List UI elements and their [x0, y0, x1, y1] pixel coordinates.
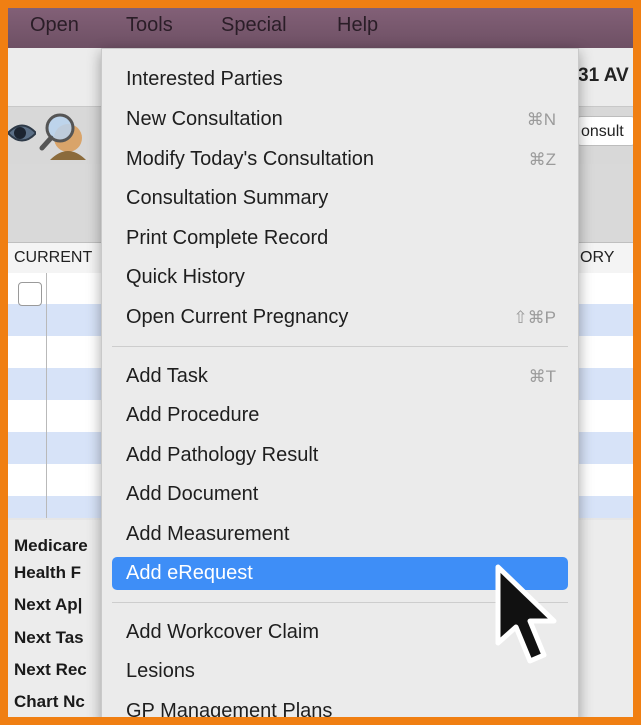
menu-item-consultation-summary[interactable]: Consultation Summary [112, 182, 568, 215]
menu-item-label: Quick History [126, 266, 245, 288]
row-checkbox[interactable] [18, 282, 42, 306]
menu-item-gp-management-plans[interactable]: GP Management Plans [112, 695, 568, 717]
menu-item-label: Add Measurement [126, 523, 290, 545]
menu-item-label: Consultation Summary [126, 187, 329, 209]
column-header-history[interactable]: ORY [580, 249, 614, 267]
menu-item-shortcut: ⇧⌘P [513, 308, 556, 327]
menu-item-label: New Consultation [126, 108, 283, 130]
menu-item-label: Add Workcover Claim [126, 621, 320, 643]
menu-item-add-document[interactable]: Add Document [112, 478, 568, 511]
menu-item-interested-parties[interactable]: Interested Parties [112, 63, 568, 96]
health-fund-label: Health F [14, 563, 82, 582]
menubar: Open Tools Special Help [8, 8, 633, 48]
menu-tools[interactable]: Tools [126, 14, 173, 37]
menu-item-label: Lesions [126, 660, 195, 682]
menu-item-print-complete-record[interactable]: Print Complete Record [112, 222, 568, 255]
mouse-pointer-icon [492, 563, 562, 673]
consultation-field[interactable]: onsult [576, 116, 633, 146]
chart-note-label: Chart Nc [14, 692, 85, 711]
menu-item-shortcut: ⌘N [526, 110, 556, 129]
menu-item-add-task[interactable]: Add Task ⌘T [112, 360, 568, 393]
menu-item-label: Add Pathology Result [126, 444, 319, 466]
patient-address-text: 31 AV [578, 65, 629, 86]
menu-item-add-procedure[interactable]: Add Procedure [112, 399, 568, 432]
menu-item-label: Interested Parties [126, 68, 283, 90]
menu-item-add-pathology-result[interactable]: Add Pathology Result [112, 439, 568, 472]
menu-item-label: Add eRequest [126, 562, 253, 584]
next-recall-label: Next Rec [14, 660, 87, 679]
menu-item-new-consultation[interactable]: New Consultation ⌘N [112, 103, 568, 136]
column-header-current[interactable]: CURRENT [14, 249, 92, 267]
menu-item-label: GP Management Plans [126, 700, 333, 717]
menu-help[interactable]: Help [337, 14, 378, 37]
next-task-label: Next Tas [14, 628, 84, 647]
eye-icon[interactable] [8, 116, 38, 155]
column-divider [46, 273, 47, 518]
menu-item-label: Print Complete Record [126, 227, 329, 249]
search-person-icon[interactable] [38, 108, 94, 165]
app-frame: Open Tools Special Help 31 AV onsult CUR… [8, 8, 633, 717]
menu-open[interactable]: Open [30, 14, 79, 37]
menu-item-add-measurement[interactable]: Add Measurement [112, 518, 568, 551]
next-appointment-label: Next Ap| [14, 595, 83, 614]
menu-item-modify-consultation[interactable]: Modify Today's Consultation ⌘Z [112, 143, 568, 176]
menu-item-label: Modify Today's Consultation [126, 148, 375, 170]
menu-item-shortcut: ⌘T [528, 367, 556, 386]
menu-item-quick-history[interactable]: Quick History [112, 261, 568, 294]
menu-item-label: Add Procedure [126, 404, 260, 426]
menu-item-label: Add Document [126, 483, 259, 505]
menu-item-open-current-pregnancy[interactable]: Open Current Pregnancy ⇧⌘P [112, 301, 568, 334]
menu-separator [112, 346, 568, 347]
menu-special[interactable]: Special [221, 14, 287, 37]
menu-item-label: Open Current Pregnancy [126, 306, 349, 328]
menu-item-label: Add Task [126, 365, 208, 387]
menu-item-shortcut: ⌘Z [528, 150, 556, 169]
medicare-label: Medicare [14, 536, 88, 555]
